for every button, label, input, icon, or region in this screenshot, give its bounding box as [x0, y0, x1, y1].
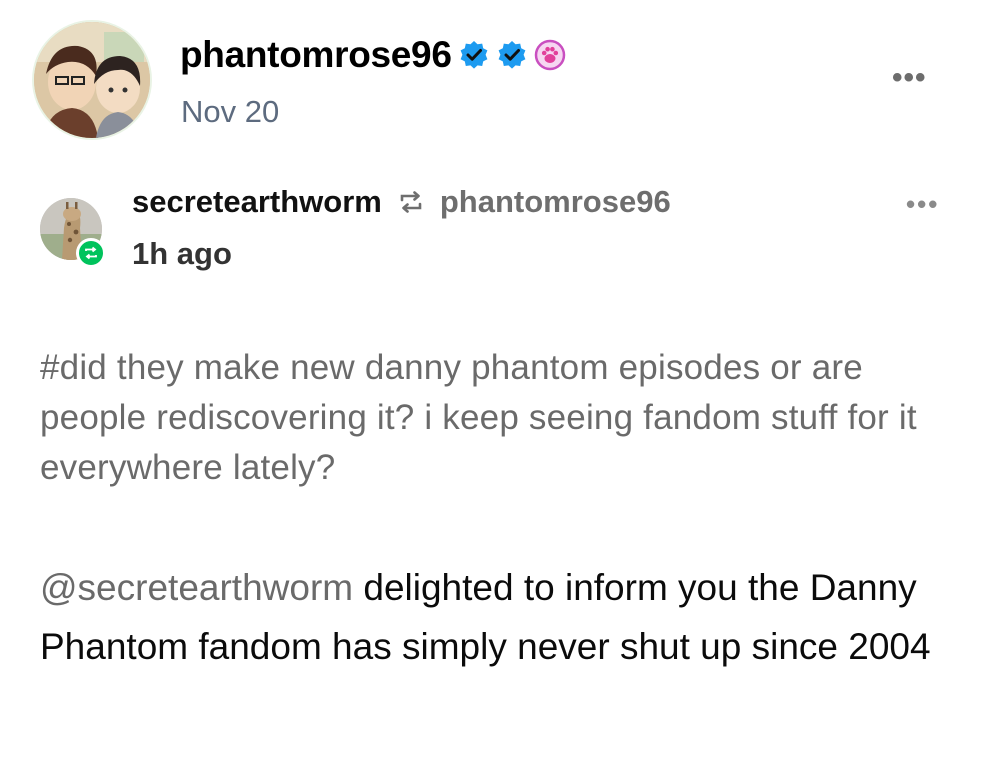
reblog-arrows-icon [396, 187, 426, 217]
mention-link[interactable]: @secretearthworm [40, 567, 353, 608]
post-tags[interactable]: #did they make new danny phantom episode… [40, 343, 960, 493]
reblog-time[interactable]: 1h ago [132, 236, 232, 272]
reply-text: @secretearthworm delighted to inform you… [40, 558, 980, 676]
ellipsis-icon[interactable]: ••• [892, 63, 927, 93]
reblog-badge [76, 238, 106, 268]
anime-characters-avatar-icon [34, 22, 150, 138]
tumblr-post: phantomrose96 Nov 20 ••• secretearthworm… [0, 0, 1000, 758]
post-author-line: phantomrose96 [180, 34, 566, 76]
verified-check-badge-icon[interactable] [458, 39, 490, 71]
post-date[interactable]: Nov 20 [181, 94, 279, 130]
reblog-source-name[interactable]: phantomrose96 [440, 184, 671, 220]
paw-badge-icon[interactable] [534, 39, 566, 71]
reblog-attribution: secretearthworm phantomrose96 [132, 184, 671, 220]
author-avatar[interactable] [34, 22, 150, 138]
ellipsis-icon[interactable]: ••• [906, 191, 939, 217]
verified-check-badge-icon[interactable] [496, 39, 528, 71]
reblogger-name[interactable]: secretearthworm [132, 184, 382, 220]
reblog-arrows-icon [85, 246, 97, 260]
author-name[interactable]: phantomrose96 [180, 34, 452, 76]
